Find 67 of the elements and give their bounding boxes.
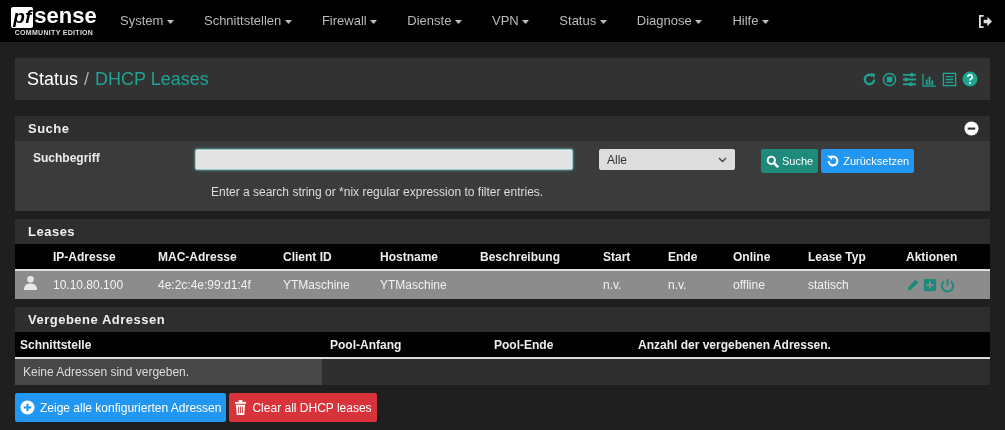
panel-title: Leases xyxy=(28,222,76,241)
column-header: Aktionen xyxy=(898,244,990,270)
column-header: Beschreibung xyxy=(472,244,595,270)
breadcrumb-separator: / xyxy=(84,67,90,91)
caret-icon xyxy=(762,19,769,24)
menu-item[interactable]: Dienste xyxy=(407,11,462,31)
empty-message: Keine Adressen sind vergeben. xyxy=(15,358,322,385)
table-cell: 10.10.80.100 xyxy=(53,278,124,292)
search-button[interactable]: Suche xyxy=(761,149,819,173)
collapse-icon[interactable] xyxy=(964,121,979,136)
menu-item[interactable]: Firewall xyxy=(321,11,378,31)
menu-item[interactable]: Status xyxy=(559,11,607,31)
bar-chart-icon[interactable] xyxy=(922,71,937,87)
table-cell: n.v. xyxy=(668,278,687,292)
table-cell: YTMaschine xyxy=(283,278,350,292)
field-label: Suchbegriff xyxy=(33,150,101,167)
trash-icon xyxy=(234,400,248,415)
user-icon xyxy=(23,275,38,290)
logo-mark: pf xyxy=(11,6,34,28)
logo-word: sense xyxy=(34,3,97,28)
column-header: Lease Typ xyxy=(800,244,898,270)
search-field[interactable] xyxy=(195,149,573,170)
menu-item[interactable]: Hilfe xyxy=(732,11,769,31)
column-header: Schnittstelle xyxy=(15,332,322,358)
list-icon[interactable] xyxy=(942,71,957,87)
column-header: Hostname xyxy=(372,244,472,270)
column-header: Start xyxy=(595,244,660,270)
caret-icon xyxy=(166,19,174,24)
table-cell: n.v. xyxy=(603,278,622,292)
undo-icon xyxy=(826,154,841,168)
caret-icon xyxy=(455,19,462,24)
column-header: MAC-Adresse xyxy=(150,244,275,270)
page-title: DHCP Leases xyxy=(95,67,209,91)
stop-icon[interactable] xyxy=(882,71,897,87)
caret-icon xyxy=(284,19,292,24)
table-cell: statisch xyxy=(808,278,849,292)
help-text: Enter a search string or *nix regular expression to filter entries. xyxy=(210,184,545,201)
plus-circle-icon xyxy=(20,400,35,415)
menu-item[interactable]: Schnittstellen xyxy=(203,11,292,31)
table-cell: 4e:2c:4e:99:d1:4f xyxy=(158,278,251,292)
column-header: Client ID xyxy=(275,244,372,270)
menu-item[interactable]: Diagnose xyxy=(636,11,703,31)
sliders-icon[interactable] xyxy=(902,71,917,87)
chevron-icon xyxy=(718,156,727,163)
column-header: Online xyxy=(725,244,800,270)
help-icon[interactable] xyxy=(962,71,978,87)
caret-icon xyxy=(370,19,378,24)
clear-leases-button[interactable]: Clear all DHCP leases xyxy=(229,393,377,422)
panel-title: Suche xyxy=(28,119,70,138)
panel-title: Vergebene Adressen xyxy=(28,310,166,329)
search-icon xyxy=(766,154,779,168)
logout-icon[interactable] xyxy=(978,14,993,28)
column-header: IP-Adresse xyxy=(45,244,150,270)
column-header: Anzahl der vergebenen Adressen. xyxy=(630,332,990,358)
table-cell: YTMaschine xyxy=(380,278,447,292)
caret-icon xyxy=(599,19,607,24)
breadcrumb-link[interactable]: Status xyxy=(27,65,79,93)
column-header: Ende xyxy=(660,244,725,270)
table-cell: offline xyxy=(733,278,765,292)
menu-item[interactable]: System xyxy=(120,11,174,31)
column-header: Pool-Anfang xyxy=(322,332,486,358)
filter-select[interactable]: Alle xyxy=(599,149,735,170)
menu-item[interactable]: VPN xyxy=(492,11,530,31)
caret-icon xyxy=(695,19,703,24)
column-header: Pool-Ende xyxy=(486,332,630,358)
refresh-icon[interactable] xyxy=(862,71,877,87)
caret-icon xyxy=(522,19,530,24)
